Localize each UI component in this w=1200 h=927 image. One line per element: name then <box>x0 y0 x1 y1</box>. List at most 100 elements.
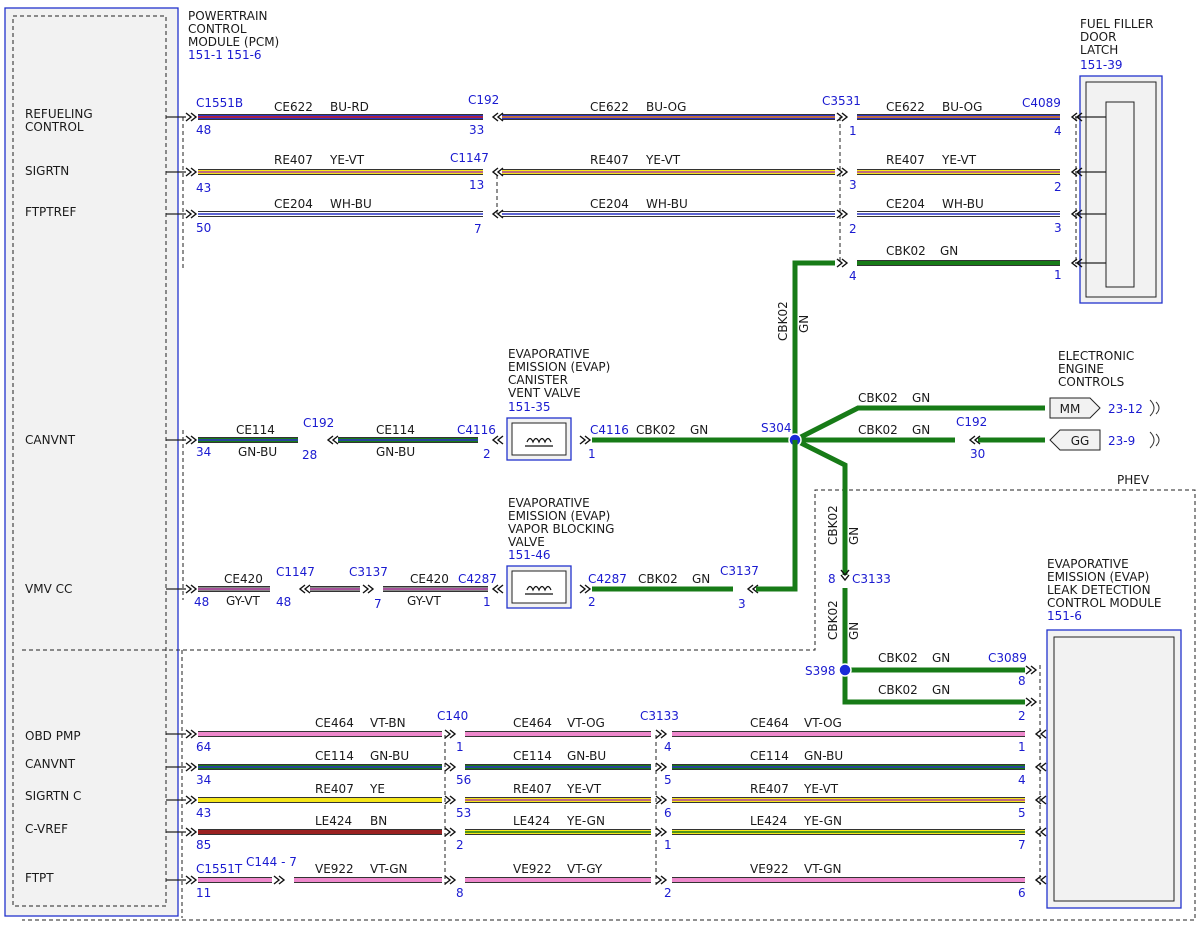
terminal-arrow-icon <box>185 209 198 219</box>
connector-label: C3137 <box>720 564 759 578</box>
pin-number: 6 <box>664 806 672 820</box>
wiring-diagram: POWERTRAINCONTROLMODULE (PCM)151-1 151-6… <box>4 7 1196 921</box>
pin-number: 8 <box>456 886 464 900</box>
wire-color-label: YE <box>369 782 385 796</box>
splice-s398 <box>838 663 852 677</box>
continuation-icon <box>1149 399 1160 449</box>
connector-label: C1551T <box>196 862 243 876</box>
wire-color-label: YE-VT <box>941 153 977 167</box>
wire-color-label: BU-OG <box>646 100 686 114</box>
wire-circuit-label: LE424 <box>315 814 352 828</box>
terminal-arrow-icon <box>444 827 457 837</box>
terminal-arrow-icon <box>1034 729 1047 739</box>
terminal-arrow-icon <box>655 795 668 805</box>
pcm-title: MODULE (PCM) <box>188 35 279 49</box>
vbv-title: EVAPORATIVE <box>508 496 590 510</box>
pin-number: 7 <box>1018 838 1026 852</box>
wire-circuit-label: CE204 <box>886 197 925 211</box>
pin-number: 2 <box>483 447 491 461</box>
pin-number: 1 <box>456 740 464 754</box>
pin-number: 4 <box>1054 124 1062 138</box>
wire-circuit-label: VE922 <box>513 862 552 876</box>
pin-number: 2 <box>456 838 464 852</box>
terminal-arrow-icon <box>836 167 849 177</box>
pin-number: 11 <box>196 886 211 900</box>
wire-color-label: YE-VT <box>566 782 602 796</box>
terminal-arrow-icon <box>655 827 668 837</box>
wire-color-label: GN <box>797 315 811 333</box>
connector-label: C3531 <box>822 94 861 108</box>
eec-title: ELECTRONIC <box>1058 349 1134 363</box>
wire-color-label: VT-BN <box>370 716 406 730</box>
wire-color-label: YE-GN <box>803 814 842 828</box>
latch-title: DOOR <box>1080 30 1116 44</box>
wire-circuit-label: CBK02 <box>878 651 918 665</box>
pcm-pin-label: SIGRTN <box>25 164 69 178</box>
terminal-arrow-icon <box>273 875 286 885</box>
pin-number: 43 <box>196 181 211 195</box>
wire-color-label: YE-VT <box>645 153 681 167</box>
pin-number: 48 <box>276 595 291 609</box>
connector-label: C4287 <box>458 572 497 586</box>
gg-reference: 23-9 <box>1108 434 1135 448</box>
connector-label: C1147 <box>450 151 489 165</box>
wire-color-label: WH-BU <box>942 197 984 211</box>
terminal-arrow-icon <box>185 875 198 885</box>
wire-color-label: VT-GN <box>370 862 407 876</box>
vent-valve-title: EVAPORATIVE <box>508 347 590 361</box>
connector-label: C3133 <box>852 572 891 586</box>
terminal-arrow-icon <box>1034 827 1047 837</box>
wire-circuit-label: CE114 <box>236 423 275 437</box>
terminal-arrow-icon <box>491 112 504 122</box>
wire-circuit-label: CE464 <box>750 716 789 730</box>
ldcm-inner <box>1053 636 1175 902</box>
wire-color-label: GN-BU <box>370 749 409 763</box>
wire-color-label: VT-GY <box>567 862 603 876</box>
terminal-arrow-icon <box>1025 665 1038 675</box>
pin-number: 34 <box>196 445 211 459</box>
wire-color-label: BU-RD <box>330 100 369 114</box>
pin-number: 13 <box>469 178 484 192</box>
terminal-arrow-icon <box>185 827 198 837</box>
pin-number: 4 <box>664 740 672 754</box>
pin-number: 2 <box>849 222 857 236</box>
connector-label: C192 <box>468 93 499 107</box>
connector-label: C3133 <box>640 709 679 723</box>
wire-cbk02-vbv-b <box>756 440 798 592</box>
wire-color-label: GN <box>932 651 950 665</box>
mm-reference: 23-12 <box>1108 402 1143 416</box>
wire-circuit-label: CE464 <box>513 716 552 730</box>
wire-color-label: GY-VT <box>407 594 441 608</box>
pin-number: 5 <box>664 773 672 787</box>
pin-number: 7 <box>374 597 382 611</box>
wire-circuit-label: VE922 <box>315 862 354 876</box>
pin-number: 64 <box>196 740 211 754</box>
wire-color-label: YE-VT <box>329 153 365 167</box>
pin-number: 1 <box>1054 268 1062 282</box>
terminal-arrow-icon <box>836 209 849 219</box>
pin-number: 3 <box>849 178 857 192</box>
pin-number: 1 <box>1018 740 1026 754</box>
pin-number: 85 <box>196 838 211 852</box>
wire-circuit-label: CBK02 <box>636 423 676 437</box>
pcm-pin-label: CONTROL <box>25 120 84 134</box>
pin-number: 7 <box>474 222 482 236</box>
connector-label: C4116 <box>590 423 629 437</box>
pin-number: 43 <box>196 806 211 820</box>
terminal-arrow-icon <box>185 795 198 805</box>
canister-vent-valve-inner <box>511 422 567 456</box>
pcm-pin-label: SIGRTN C <box>25 789 81 803</box>
wire-color-label: VT-OG <box>804 716 842 730</box>
terminal-arrow-icon <box>444 762 457 772</box>
terminal-arrow-icon <box>185 435 198 445</box>
vbv-reference: 151-46 <box>508 548 551 562</box>
wire-circuit-label: CBK02 <box>878 683 918 697</box>
terminal-arrow-icon <box>836 258 849 268</box>
connector-label: C3137 <box>349 565 388 579</box>
terminal-arrow-icon <box>655 762 668 772</box>
splice-label: S304 <box>761 421 792 435</box>
pcm-title: POWERTRAIN <box>188 9 268 23</box>
pin-number: 1 <box>483 595 491 609</box>
wire-circuit-label: RE407 <box>315 782 354 796</box>
pin-number: 2 <box>1018 709 1026 723</box>
